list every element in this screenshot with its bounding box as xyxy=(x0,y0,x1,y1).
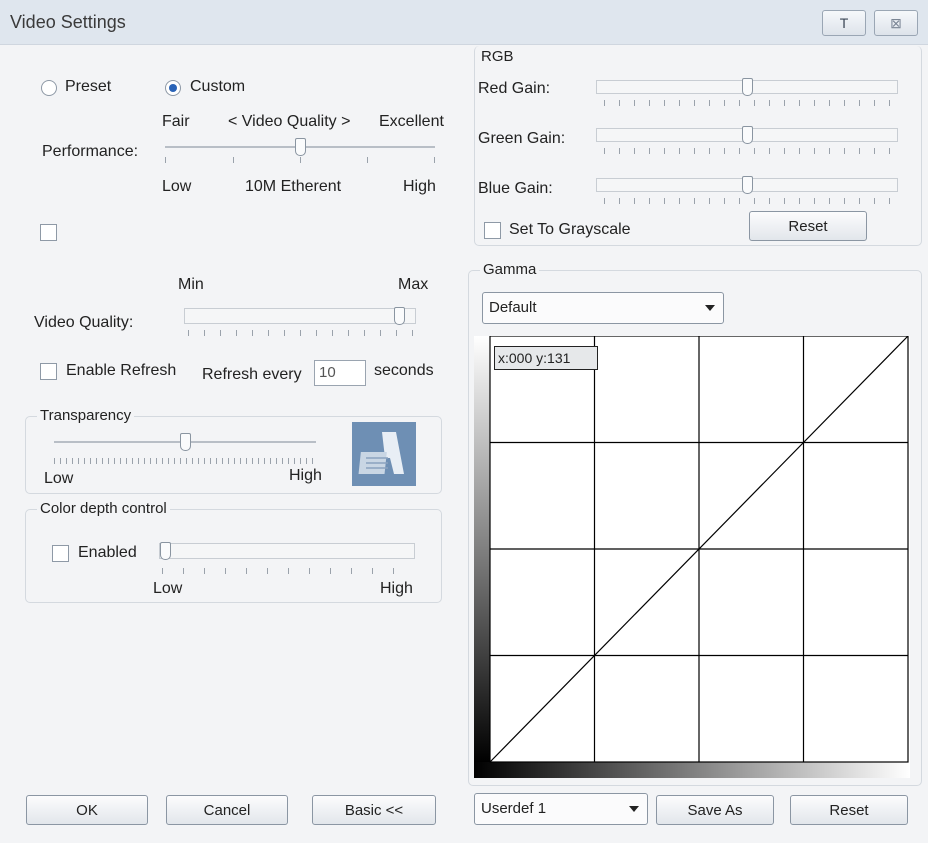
enable-refresh-checkbox[interactable] xyxy=(40,363,57,380)
performance-high-label: High xyxy=(403,178,436,195)
ok-button[interactable]: OK xyxy=(26,795,148,825)
performance-low-label: Low xyxy=(162,178,192,195)
performance-excellent-label: Excellent xyxy=(379,113,444,130)
chevron-down-icon xyxy=(705,305,715,311)
close-button[interactable]: ⊠ xyxy=(874,10,918,36)
green-gain-slider-ticks xyxy=(604,148,896,154)
transparency-slider-thumb[interactable] xyxy=(179,433,191,451)
color-depth-slider-track[interactable] xyxy=(159,543,415,559)
grayscale-checkbox[interactable] xyxy=(484,222,501,239)
video-quality-slider-thumb[interactable] xyxy=(394,307,406,325)
rgb-reset-button[interactable]: Reset xyxy=(749,211,867,241)
save-as-button[interactable]: Save As xyxy=(656,795,774,825)
red-gain-label: Red Gain: xyxy=(478,80,551,97)
gamma-curve-canvas[interactable] xyxy=(474,336,910,778)
cancel-button[interactable]: Cancel xyxy=(166,795,288,825)
refresh-seconds-label: seconds xyxy=(374,362,434,379)
green-gain-label: Green Gain: xyxy=(478,130,566,147)
video-settings-window: Video Settings T ⊠ Preset Custom Fair < … xyxy=(0,0,928,843)
video-quality-slider-ticks xyxy=(188,330,414,336)
color-depth-slider-ticks xyxy=(162,568,414,574)
custom-label: Custom xyxy=(190,78,246,95)
performance-fair-label: Fair xyxy=(162,113,190,130)
custom-radio[interactable] xyxy=(165,80,181,96)
gamma-vertical-gradient xyxy=(474,336,490,762)
userdef-value: Userdef 1 xyxy=(481,800,547,817)
preset-radio[interactable] xyxy=(41,80,57,96)
gamma-preset-value: Default xyxy=(489,299,537,316)
userdef-dropdown[interactable]: Userdef 1 xyxy=(474,793,648,825)
basic-button[interactable]: Basic << xyxy=(312,795,436,825)
refresh-every-label: Refresh every xyxy=(202,366,302,383)
title-bar: Video Settings T ⊠ xyxy=(0,0,928,45)
transparency-slider-ticks xyxy=(54,458,316,464)
color-depth-slider-thumb[interactable] xyxy=(160,542,171,560)
video-quality-max-label: Max xyxy=(398,276,429,293)
grayscale-label: Set To Grayscale xyxy=(509,221,631,238)
transparency-group-label: Transparency xyxy=(37,407,135,424)
unlabeled-checkbox[interactable] xyxy=(40,224,57,241)
transparency-high-label: High xyxy=(289,467,322,484)
performance-quality-label: < Video Quality > xyxy=(228,113,351,130)
color-depth-enabled-label: Enabled xyxy=(78,544,137,561)
preset-label: Preset xyxy=(65,78,112,95)
red-gain-slider-thumb[interactable] xyxy=(741,78,753,96)
window-title: Video Settings xyxy=(10,12,126,32)
color-depth-high-label: High xyxy=(380,580,413,597)
chevron-down-icon xyxy=(629,806,639,812)
pin-button[interactable]: T xyxy=(822,10,866,36)
transparency-preview-icon xyxy=(352,422,416,486)
video-quality-min-label: Min xyxy=(178,276,204,293)
enable-refresh-label: Enable Refresh xyxy=(66,362,177,379)
performance-network-label: 10M Etherent xyxy=(245,178,342,195)
transparency-low-label: Low xyxy=(44,470,74,487)
performance-label: Performance: xyxy=(42,143,139,160)
performance-slider-thumb[interactable] xyxy=(294,138,306,156)
red-gain-slider-ticks xyxy=(604,100,896,106)
blue-gain-label: Blue Gain: xyxy=(478,180,553,197)
gamma-group-label: Gamma xyxy=(480,261,540,278)
green-gain-slider-thumb[interactable] xyxy=(741,126,753,144)
refresh-interval-input[interactable]: 10 xyxy=(314,360,366,386)
color-depth-group-label: Color depth control xyxy=(37,500,170,517)
video-quality-slider-track[interactable] xyxy=(184,308,416,324)
gamma-preset-dropdown[interactable]: Default xyxy=(482,292,724,324)
blue-gain-slider-thumb[interactable] xyxy=(741,176,753,194)
performance-slider-ticks xyxy=(165,157,435,163)
video-quality-label: Video Quality: xyxy=(34,314,134,331)
color-depth-enabled-checkbox[interactable] xyxy=(52,545,69,562)
rgb-group-label: RGB xyxy=(481,48,514,65)
gamma-reset-button[interactable]: Reset xyxy=(790,795,908,825)
gamma-horizontal-gradient xyxy=(474,762,910,778)
color-depth-low-label: Low xyxy=(153,580,183,597)
gamma-coordinate-readout: x:000 y:131 xyxy=(494,346,598,370)
blue-gain-slider-ticks xyxy=(604,198,896,204)
